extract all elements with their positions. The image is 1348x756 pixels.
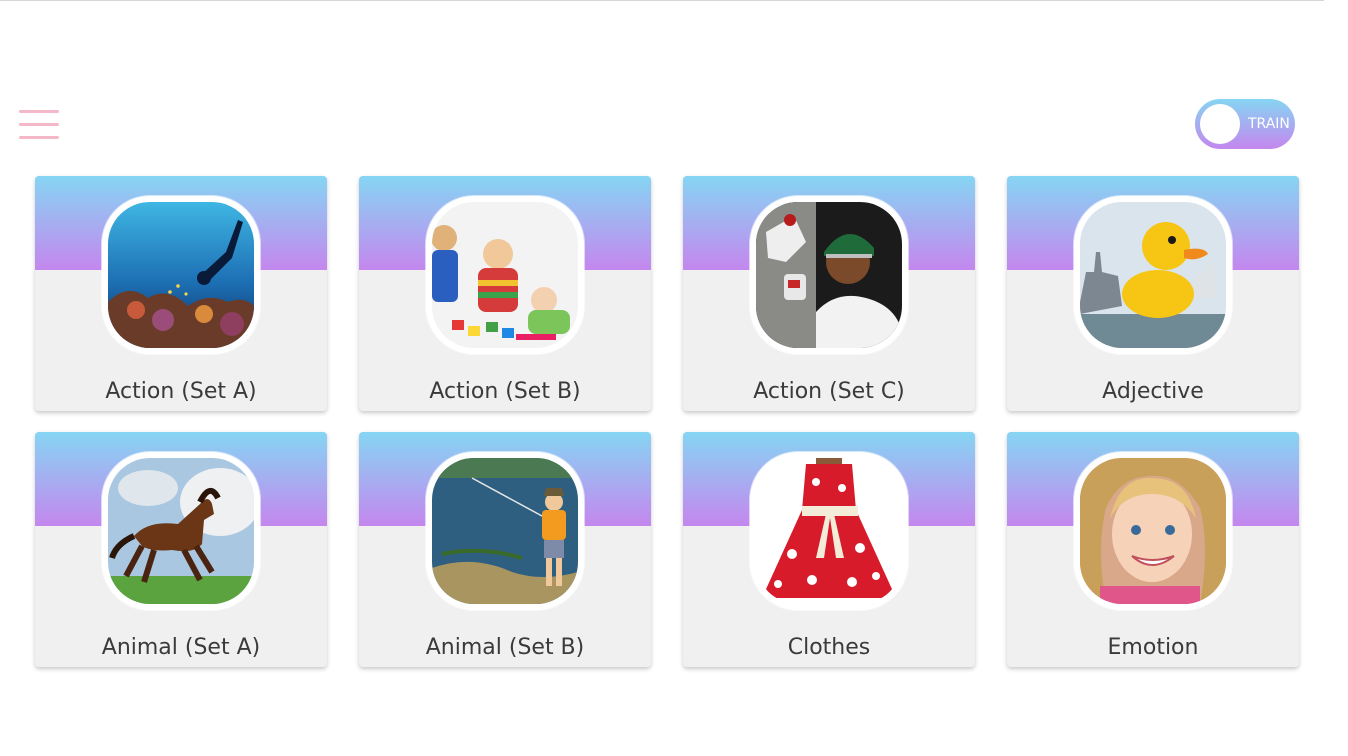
category-card-emotion[interactable]: Emotion	[1007, 432, 1299, 667]
cricket-keeper-image	[750, 196, 908, 354]
top-divider	[0, 0, 1324, 1]
menu-bar-bottom	[19, 136, 59, 139]
toggle-label: TRAIN	[1248, 116, 1290, 132]
red-dress-image	[750, 452, 908, 610]
scuba-diver-image	[102, 196, 260, 354]
fishing-child-image	[426, 452, 584, 610]
card-label: Action (Set A)	[105, 379, 257, 404]
menu-bar-middle	[19, 123, 59, 126]
train-mode-toggle[interactable]: TRAIN	[1195, 99, 1295, 149]
category-card-clothes[interactable]: Clothes	[683, 432, 975, 667]
category-card-animal-set-b[interactable]: Animal (Set B)	[359, 432, 651, 667]
card-label: Clothes	[787, 635, 871, 660]
smiling-girl-image	[1074, 452, 1232, 610]
category-card-action-set-b[interactable]: Action (Set B)	[359, 176, 651, 411]
card-label: Action (Set C)	[753, 379, 905, 404]
children-playing-image	[426, 196, 584, 354]
card-label: Adjective	[1102, 379, 1204, 404]
card-label: Animal (Set A)	[101, 635, 261, 660]
category-card-adjective[interactable]: Adjective	[1007, 176, 1299, 411]
card-label: Emotion	[1107, 635, 1199, 660]
horse-image	[102, 452, 260, 610]
category-card-action-set-c[interactable]: Action (Set C)	[683, 176, 975, 411]
menu-bar-top	[19, 110, 59, 113]
card-label: Animal (Set B)	[425, 635, 585, 660]
hamburger-menu-icon[interactable]	[19, 110, 59, 140]
rubber-duck-image	[1074, 196, 1232, 354]
card-label: Action (Set B)	[429, 379, 581, 404]
category-card-animal-set-a[interactable]: Animal (Set A)	[35, 432, 327, 667]
toggle-knob	[1200, 104, 1240, 144]
category-card-action-set-a[interactable]: Action (Set A)	[35, 176, 327, 411]
